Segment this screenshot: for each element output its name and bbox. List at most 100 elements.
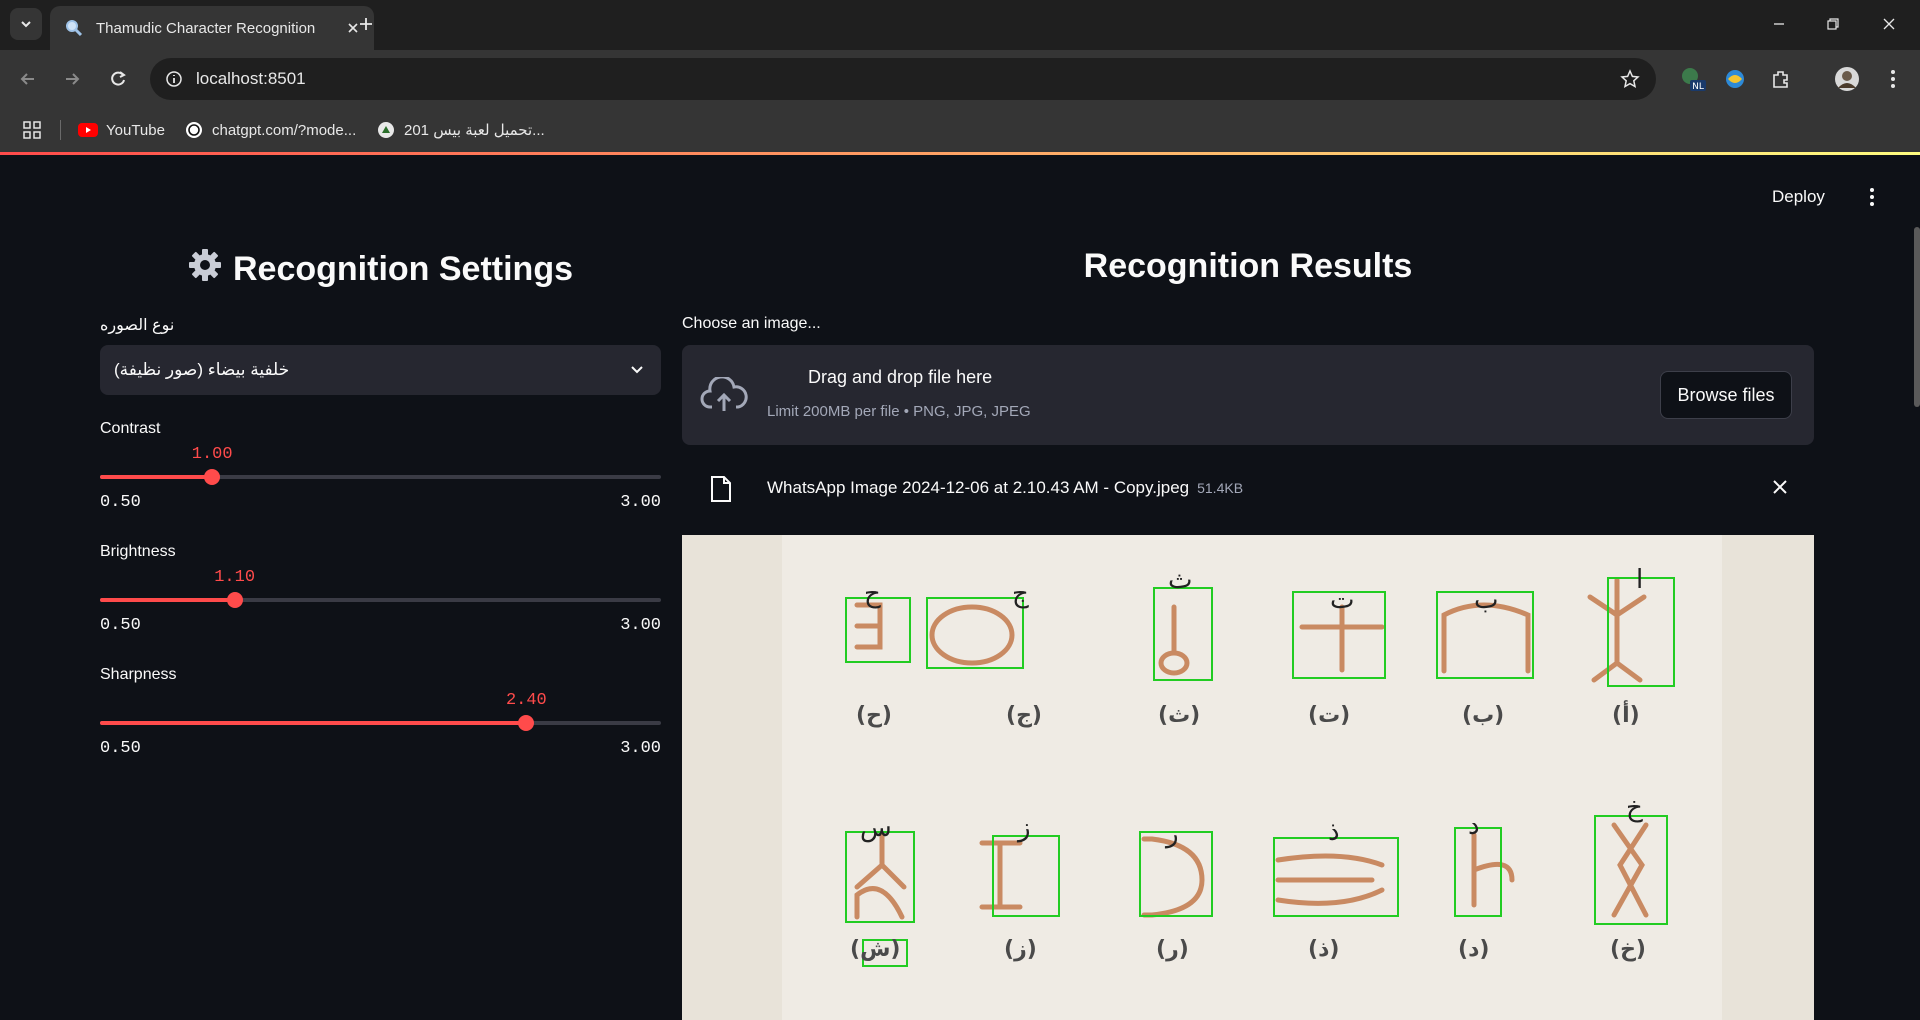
caption: (ز) [1004,937,1037,962]
bookmark-label: YouTube [106,121,165,139]
slider-thumb[interactable] [226,592,243,608]
minimize-icon[interactable] [1756,8,1802,40]
detection-box [845,831,915,923]
caption: (ج) [1006,703,1042,728]
glyph-label: ا [1636,565,1644,595]
uploader-label: Choose an image... [682,315,821,332]
detection-box [992,835,1060,917]
browser-toolbar: localhost:8501 NL [0,50,1920,108]
bookmark-youtube[interactable]: YouTube [78,108,165,152]
glyph-label: س [860,813,892,843]
glyph-label: ت [1330,585,1355,615]
file-size: 51.4KB [1197,480,1244,496]
glyph-label: ز [1018,813,1031,843]
glyph-label: د [1468,811,1480,841]
image-type-select[interactable]: خلفية بيضاء (صور نظيفة) [100,345,661,395]
slider-thumb[interactable] [204,469,221,485]
caption: (ت) [1308,703,1351,728]
contrast-slider[interactable]: 1.00 0.50 3.00 [100,445,661,525]
glyph-label: ح [864,579,881,609]
settings-title: Recognition Settings [233,250,573,288]
chevron-down-icon [629,361,645,382]
bookmark-chatgpt[interactable]: chatgpt.com/?mode... [184,108,356,152]
reload-icon[interactable] [104,65,132,93]
bookmark-game[interactable]: تحميل لعبة بيس 201... [376,108,545,152]
main-menu-icon[interactable] [1862,185,1882,209]
slider-thumb[interactable] [518,715,535,731]
streamlit-app: Deploy Recognition Settings نوع الصوره خ… [0,155,1920,1020]
bookmarks-bar: YouTube chatgpt.com/?mode... تحميل لعبة … [0,108,1920,152]
image-type-selected: خلفية بيضاء (صور نظيفة) [114,360,290,379]
detection-box [926,597,1024,669]
uploaded-file-row: WhatsApp Image 2024-12-06 at 2.10.43 AM … [682,463,1814,513]
slider-value: 1.00 [191,445,233,464]
magnifier-favicon-icon [64,18,84,38]
restore-icon[interactable] [1810,8,1856,40]
url-text: localhost:8501 [196,69,306,88]
brightness-label: Brightness [100,543,176,560]
glyph-label: ر [1166,819,1179,849]
slider-min: 0.50 [100,616,141,635]
brightness-slider[interactable]: 1.10 0.50 3.00 [100,568,661,648]
browser-menu-icon[interactable] [1880,66,1906,92]
sharpness-label: Sharpness [100,666,177,683]
slider-max: 3.00 [620,739,661,758]
gear-icon [187,247,223,292]
deploy-button[interactable]: Deploy [1772,187,1825,207]
extension-globe-icon[interactable] [1722,66,1748,92]
dropzone-limit: Limit 200MB per file • PNG, JPG, JPEG [767,403,1031,420]
tab-search-button[interactable] [10,8,42,40]
slider-value: 1.10 [214,568,256,587]
openai-icon [184,120,204,140]
tab-title: Thamudic Character Recognition [96,19,316,37]
caption: (خ) [1610,937,1646,962]
address-bar[interactable]: localhost:8501 [150,58,1656,100]
remove-file-icon[interactable] [1772,479,1788,500]
new-tab-icon[interactable] [354,12,378,36]
caption: (ش) [850,937,901,962]
apps-grid-icon[interactable] [22,108,42,152]
slider-min: 0.50 [100,739,141,758]
active-tab[interactable]: Thamudic Character Recognition [50,6,374,50]
glyph-label: ب [1474,585,1499,615]
youtube-icon [78,120,98,140]
forward-arrow-icon[interactable] [58,65,86,93]
results-title: Recognition Results [1083,247,1413,285]
detection-box [1273,837,1399,917]
caption: (أ) [1612,703,1640,728]
extension-badge: NL [1692,82,1704,92]
bookmark-divider [60,120,61,140]
slider-max: 3.00 [620,493,661,512]
contrast-label: Contrast [100,420,161,437]
caption: (ح) [856,703,892,728]
slider-min: 0.50 [100,493,141,512]
detection-box [1153,587,1213,681]
chevron-down-icon [21,21,31,28]
window-close-icon[interactable] [1866,8,1912,40]
cloud-upload-icon [700,375,748,418]
bookmark-star-icon[interactable] [1620,69,1640,94]
profile-avatar-icon[interactable] [1834,66,1860,92]
slider-fill [100,721,527,725]
slider-max: 3.00 [620,616,661,635]
sharpness-slider[interactable]: 2.40 0.50 3.00 [100,691,661,771]
file-dropzone[interactable]: Drag and drop file here Limit 200MB per … [682,345,1814,445]
bookmark-label: chatgpt.com/?mode... [212,121,357,139]
glyph-label: ج [1012,579,1029,609]
slider-value: 2.40 [505,691,547,710]
caption: (ذ) [1308,937,1340,962]
file-name: WhatsApp Image 2024-12-06 at 2.10.43 AM … [767,478,1190,497]
site-info-icon[interactable] [164,69,184,89]
extensions-puzzle-icon[interactable] [1768,66,1794,92]
slider-fill [100,598,235,602]
file-icon [710,475,732,508]
back-arrow-icon[interactable] [14,65,42,93]
site-icon [376,120,396,140]
browser-tab-bar: Thamudic Character Recognition [0,0,1920,50]
file-name-wrap: WhatsApp Image 2024-12-06 at 2.10.43 AM … [767,478,1243,498]
image-type-label: نوع الصوره [100,317,175,334]
browse-files-button[interactable]: Browse files [1660,371,1792,419]
glyph-label: ذ [1328,817,1340,847]
extension-nl-icon[interactable]: NL [1680,66,1706,92]
page-scrollbar[interactable] [1914,227,1920,407]
